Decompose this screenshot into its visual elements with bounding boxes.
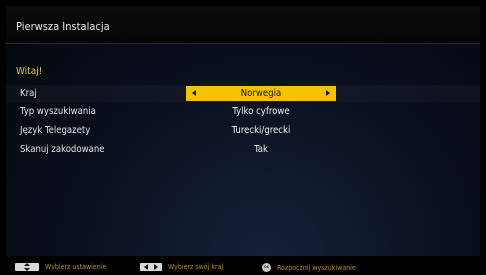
footer-hint-bar: Wybierz ustawienie Wybierz swój kraj OK … [0,258,486,275]
hint-label: Wybierz ustawienie [45,263,107,271]
setting-label-search-type: Typ wyszukiwania [20,106,96,117]
teletext-language-value[interactable]: Turecki/grecki [186,123,336,138]
title-bar: Pierwsza Instalacja [6,6,480,44]
left-right-keys-icon [140,263,162,271]
search-type-value[interactable]: Tylko cyfrowe [186,104,336,119]
setting-row-search-type[interactable]: Typ wyszukiwania Tylko cyfrowe [6,103,480,120]
country-selector[interactable]: Norwegia [186,86,336,101]
country-value: Norwegia [240,88,282,99]
setting-label-country: Kraj [20,88,37,99]
hint-select-country: Wybierz swój kraj [140,263,223,271]
welcome-heading: Witaj! [16,66,43,77]
hint-label: Wybierz swój kraj [168,263,224,271]
hint-label: Rozpocznij wyszukiwanie [277,263,356,272]
hint-select-setting: Wybierz ustawienie [15,263,106,271]
ok-key-icon: OK [262,263,271,272]
arrow-right-icon[interactable] [326,90,330,96]
setting-label-teletext-language: Język Telegazety [20,125,91,136]
first-installation-window: Pierwsza Instalacja Witaj! Kraj Norwegia… [6,6,480,256]
setting-label-scan-encrypted: Skanuj zakodowane [20,144,105,155]
scan-encrypted-value[interactable]: Tak [186,142,336,157]
setting-row-country[interactable]: Kraj Norwegia [6,85,480,102]
setting-row-scan-encrypted[interactable]: Skanuj zakodowane Tak [6,141,480,158]
setting-row-teletext-language[interactable]: Język Telegazety Turecki/grecki [6,122,480,139]
window-title: Pierwsza Instalacja [16,20,110,33]
hint-start-search: OK Rozpocznij wyszukiwanie [262,263,356,272]
up-down-keys-icon [15,263,39,271]
arrow-left-icon[interactable] [192,90,196,96]
